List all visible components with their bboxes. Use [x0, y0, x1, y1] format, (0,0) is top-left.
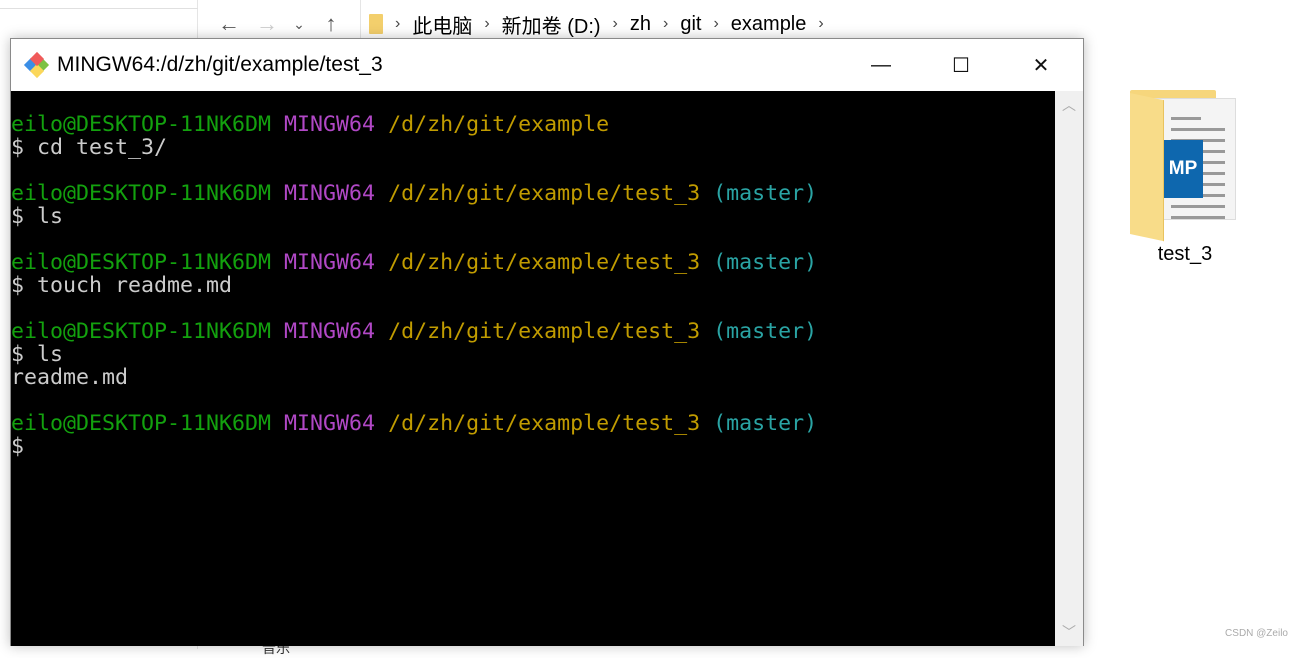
breadcrumb-item[interactable]: 新加卷 (D:) — [502, 10, 601, 39]
prompt-line: eilo@DESKTOP-11NK6DM MINGW64 /d/zh/git/e… — [11, 412, 1055, 435]
prompt-branch: (master) — [713, 319, 818, 344]
prompt-user: eilo@DESKTOP-11NK6DM — [11, 181, 272, 206]
command-line: $ touch readme.md — [11, 273, 233, 298]
scroll-down-icon[interactable]: ﹀ — [1055, 622, 1083, 642]
prompt-sys: MINGW64 — [284, 411, 376, 436]
prompt-line: eilo@DESKTOP-11NK6DM MINGW64 /d/zh/git/e… — [11, 251, 1055, 274]
breadcrumb-item[interactable]: zh — [630, 13, 651, 36]
prompt-branch: (master) — [713, 181, 818, 206]
prompt-sys: MINGW64 — [284, 319, 376, 344]
terminal-window[interactable]: MINGW64:/d/zh/git/example/test_3 — ☐ ✕ e… — [10, 38, 1084, 646]
prompt-sys: MINGW64 — [284, 250, 376, 275]
prompt-line: eilo@DESKTOP-11NK6DM MINGW64 /d/zh/git/e… — [11, 113, 1055, 136]
prompt-branch: (master) — [713, 250, 818, 275]
file-name: test_3 — [1157, 243, 1213, 265]
folder-icon: MP — [1130, 88, 1240, 242]
prompt-path: /d/zh/git/example/test_3 — [388, 319, 701, 344]
chevron-right-icon: › — [395, 15, 401, 32]
up-button[interactable]: ↑ — [312, 11, 350, 37]
chevron-right-icon: › — [484, 15, 490, 32]
chevron-right-icon: › — [663, 15, 669, 32]
prompt-line: eilo@DESKTOP-11NK6DM MINGW64 /d/zh/git/e… — [11, 320, 1055, 343]
command-line: $ — [11, 434, 25, 459]
watermark: CSDN @Zeilo — [1225, 628, 1288, 639]
command-line: $ ls — [11, 342, 64, 367]
scroll-up-icon[interactable]: ︿ — [1055, 95, 1083, 115]
prompt-user: eilo@DESKTOP-11NK6DM — [11, 112, 272, 137]
git-logo-icon — [23, 51, 51, 79]
prompt-user: eilo@DESKTOP-11NK6DM — [11, 411, 272, 436]
prompt-path: /d/zh/git/example/test_3 — [388, 250, 701, 275]
prompt-user: eilo@DESKTOP-11NK6DM — [11, 250, 272, 275]
prompt-line: eilo@DESKTOP-11NK6DM MINGW64 /d/zh/git/e… — [11, 182, 1055, 205]
prompt-path: /d/zh/git/example/test_3 — [388, 411, 701, 436]
back-button[interactable]: ← — [210, 11, 248, 37]
prompt-sys: MINGW64 — [284, 112, 376, 137]
window-title: MINGW64:/d/zh/git/example/test_3 — [57, 53, 383, 76]
recent-locations-button[interactable]: ⌄ — [286, 16, 312, 33]
prompt-branch: (master) — [713, 411, 818, 436]
terminal-output[interactable]: eilo@DESKTOP-11NK6DM MINGW64 /d/zh/git/e… — [11, 91, 1055, 646]
prompt-path: /d/zh/git/example/test_3 — [388, 181, 701, 206]
maximize-button[interactable]: ☐ — [921, 39, 1001, 91]
chevron-right-icon: › — [818, 15, 824, 32]
command-line: $ cd test_3/ — [11, 135, 168, 160]
breadcrumb-item[interactable]: 此电脑 — [412, 10, 472, 39]
minimize-button[interactable]: — — [841, 39, 921, 91]
folder-icon — [369, 14, 383, 34]
title-bar[interactable]: MINGW64:/d/zh/git/example/test_3 — ☐ ✕ — [11, 39, 1083, 91]
forward-button[interactable]: → — [248, 11, 286, 37]
breadcrumb-item[interactable]: git — [680, 13, 701, 36]
chevron-right-icon: › — [713, 15, 719, 32]
close-button[interactable]: ✕ — [1001, 39, 1081, 91]
command-output: readme.md — [11, 365, 129, 390]
command-line: $ ls — [11, 204, 64, 229]
breadcrumb-item[interactable]: example — [731, 13, 807, 36]
prompt-path: /d/zh/git/example — [388, 112, 610, 137]
markdown-badge: MP — [1163, 140, 1203, 198]
chevron-right-icon: › — [612, 15, 618, 32]
prompt-sys: MINGW64 — [284, 181, 376, 206]
scrollbar[interactable]: ︿ ﹀ — [1055, 91, 1083, 646]
prompt-user: eilo@DESKTOP-11NK6DM — [11, 319, 272, 344]
folder-item-test-3[interactable]: MP test_3 — [1130, 88, 1240, 265]
